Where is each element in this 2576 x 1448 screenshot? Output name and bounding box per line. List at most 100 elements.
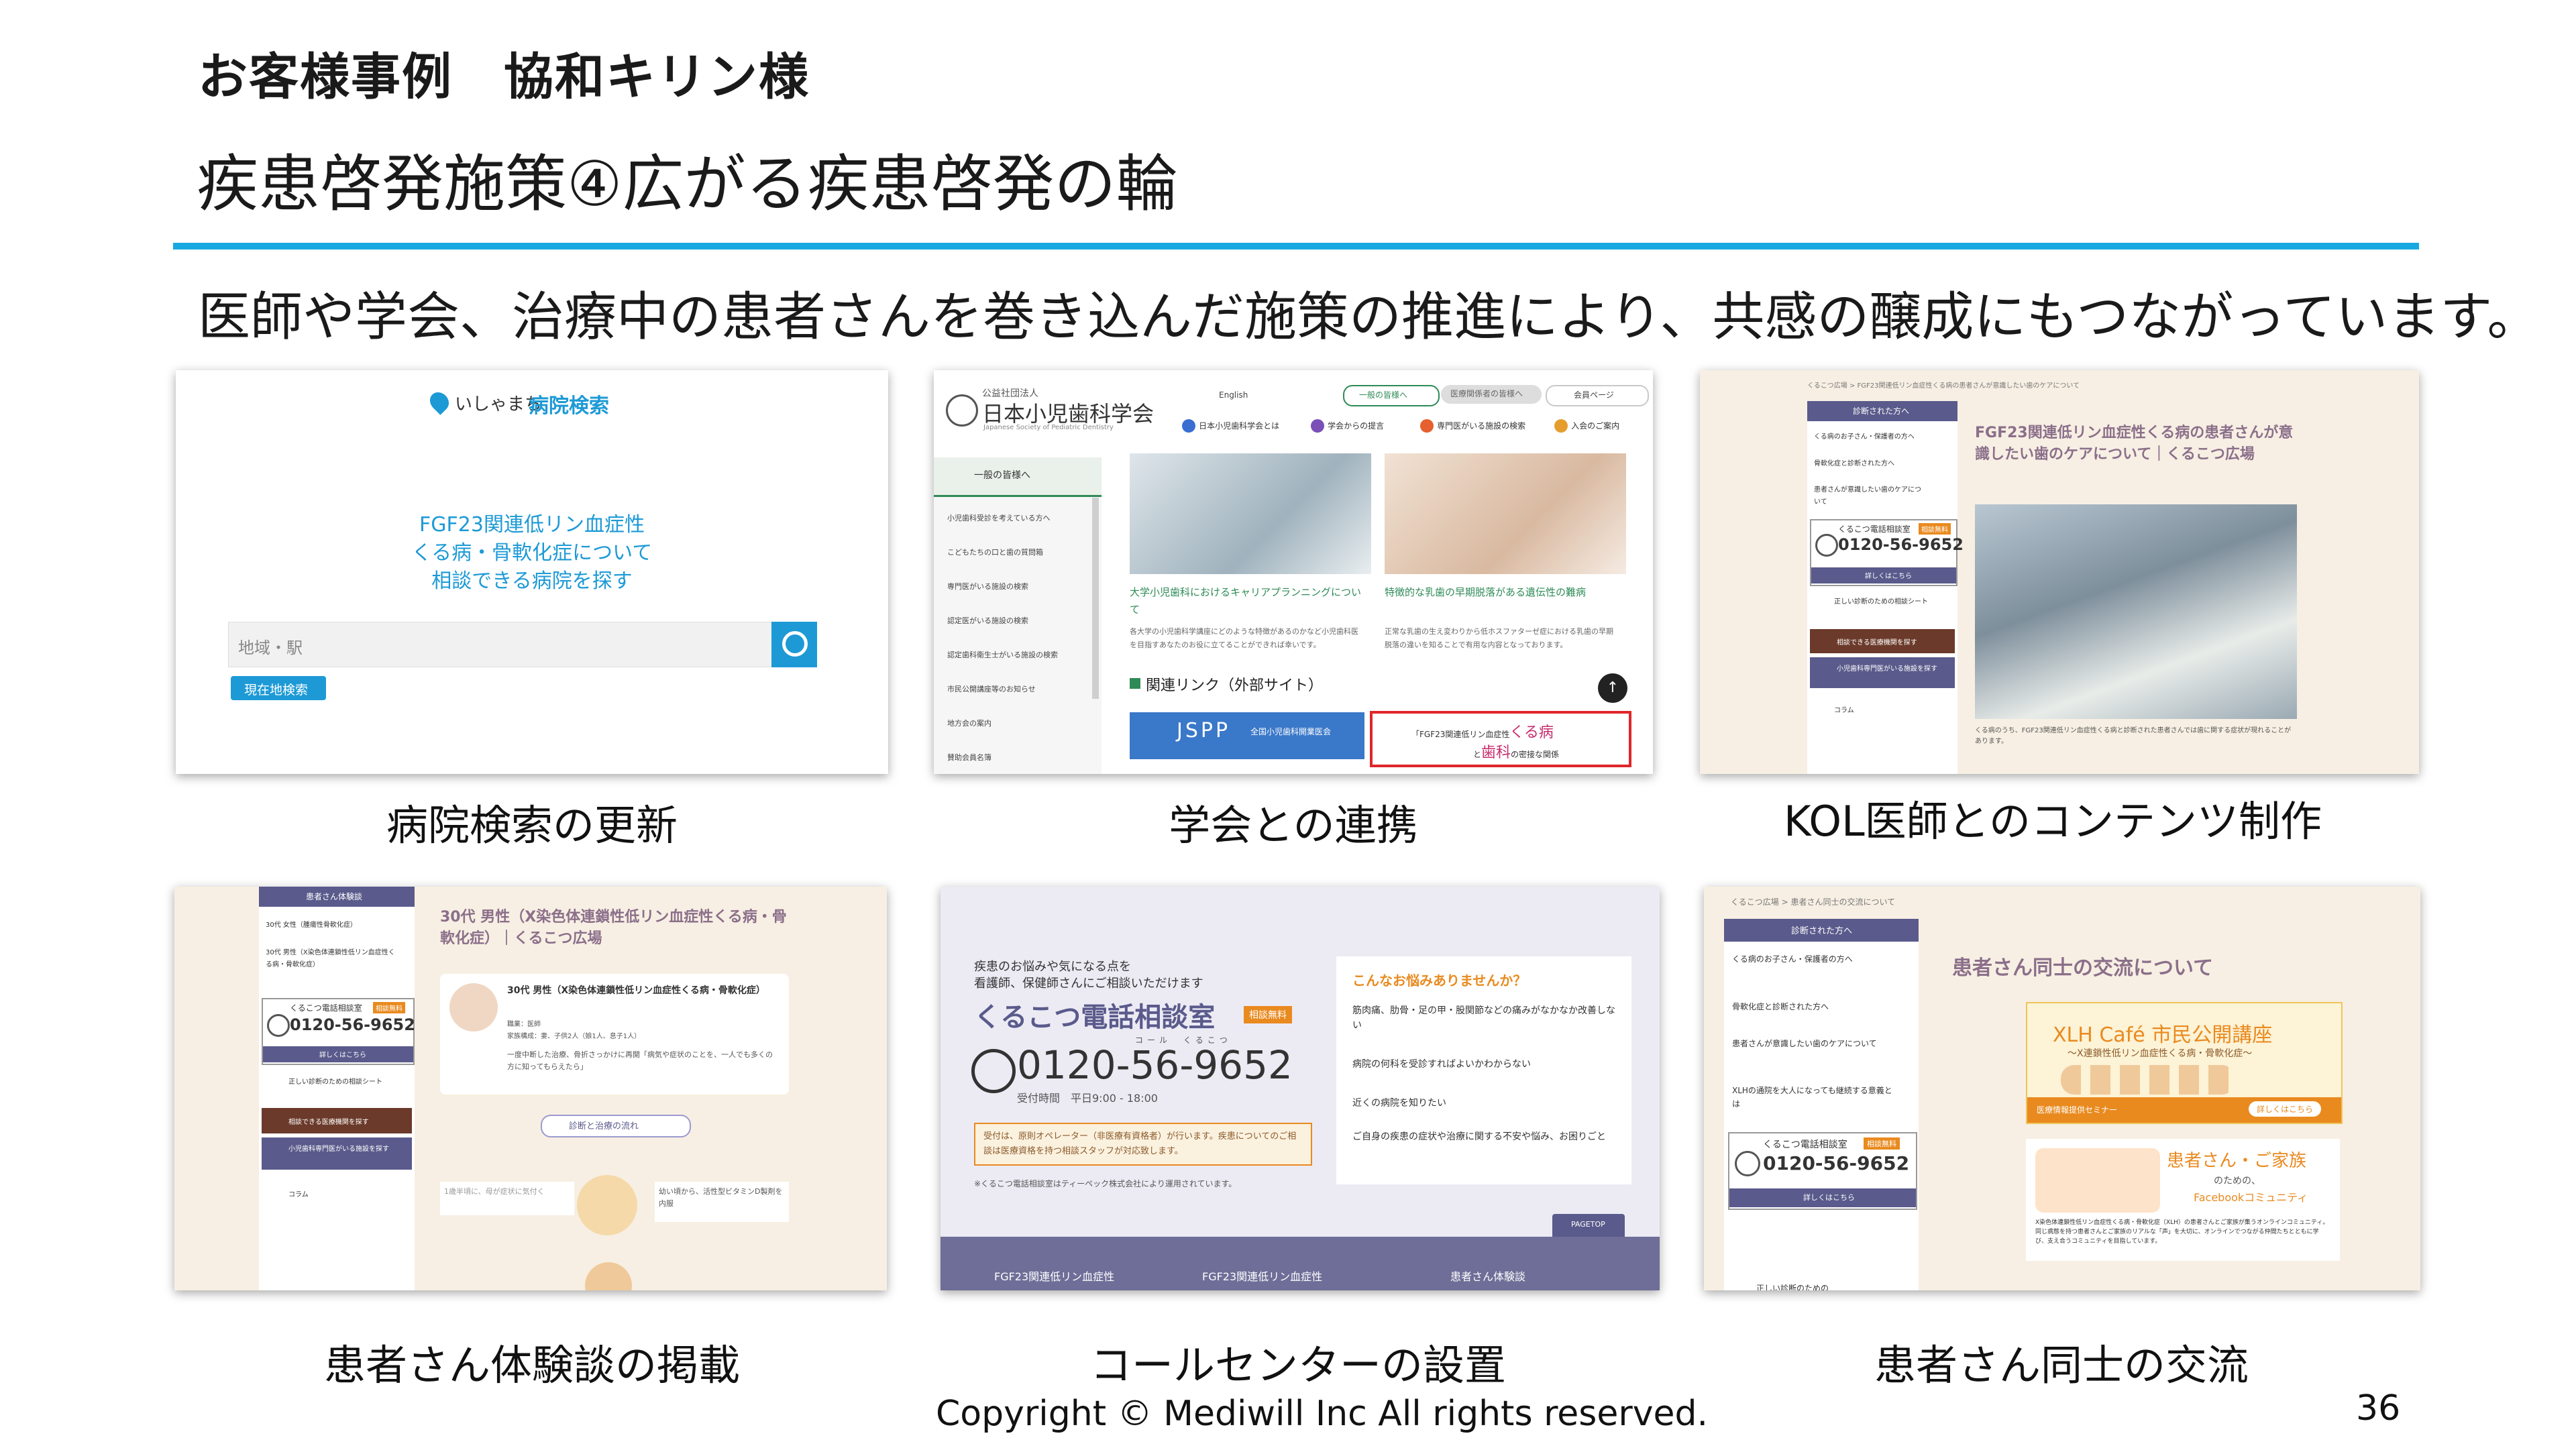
sidebar-column[interactable]: コラム (288, 1188, 309, 1199)
article-body: くる病のうち、FGF23関連低リン血症性くる病と診断された患者さんでは歯に関する… (1975, 727, 2292, 745)
call-title: くるこつ電話相談室 (974, 1002, 1216, 1033)
profile-job: 職業：医師 (507, 1021, 541, 1028)
side-item-8[interactable]: 賛助会員名簿 (947, 752, 991, 763)
side-item-6[interactable]: 市民公開講座等のお知らせ (947, 683, 1036, 694)
search-heading-3: 相談できる病院を探す (431, 569, 633, 593)
community-title-1: 患者さん・ご家族 (2167, 1151, 2307, 1171)
xlh-title: XLH Café 市民公開講座 (2053, 1023, 2273, 1047)
footer-link-1[interactable]: FGF23関連低リン血症性 (994, 1268, 1114, 1284)
find-hospital-button[interactable]: 相談できる医療機関を探す (262, 1108, 412, 1133)
sidebar: 診断された方へ くる病のお子さん・保護者の方へ 骨軟化症と診断された方へ 患者さ… (1807, 401, 1964, 774)
avatar (449, 983, 498, 1032)
find-hospital-button[interactable]: 相談できる医療機関を探す (1810, 629, 1955, 653)
member-tab[interactable]: 会員ページ (1546, 385, 1649, 406)
scroll-top-button[interactable]: ↑ (1598, 673, 1627, 703)
worries-title: こんなお悩みありませんか？ (1352, 972, 1527, 989)
caption-call-center: コールセンターの設置 (1089, 1341, 1506, 1390)
sidebar-diagnosis-sheet[interactable]: 正しい診断のための相談シート (1834, 596, 1928, 606)
profile-card: 30代 男性（X染色体連鎖性低リン血症性くる病・骨軟化症） 職業：医師 家族構成… (440, 974, 789, 1095)
english-link[interactable]: English (1219, 390, 1248, 400)
search-heading-2: くる病・骨軟化症について (411, 541, 653, 565)
sidebar-diagnosis-sheet[interactable]: 正しい診断のための相談シート (288, 1076, 382, 1086)
breadcrumb[interactable]: くるこつ広場 > FGF23関連低リン血症性くる病の患者さんが意識したい歯のケア… (1807, 380, 2080, 390)
case-label: お客様事例 協和キリン様 (198, 48, 810, 106)
article-2-image[interactable] (1385, 453, 1626, 574)
sidebar-diagnosis-sheet[interactable]: 正しい診断のための (1756, 1282, 1829, 1290)
side-item-1[interactable]: 小児歯科受診を考えている方へ (947, 512, 1050, 523)
sidebar-item-3[interactable]: 患者さんが意識したい歯のケアについて (1814, 484, 1921, 508)
side-scrollbar[interactable] (1092, 498, 1099, 699)
sidebar-item-3[interactable]: 患者さんが意識したい歯のケアについて (1732, 1037, 1893, 1050)
pagetop-button[interactable]: PAGETOP (1552, 1214, 1625, 1237)
xlh-cafe-banner[interactable]: XLH Café 市民公開講座 〜X連鎖性低リン血症性くる病・骨軟化症〜 医療情… (2026, 1002, 2343, 1124)
sidebar-item-2[interactable]: 骨軟化症と診断された方へ (1732, 1001, 1829, 1012)
boy-illustration (585, 1262, 632, 1290)
nav-about[interactable]: 日本小児歯科学会とは (1182, 419, 1279, 433)
nav-proposal[interactable]: 学会からの提言 (1311, 419, 1384, 433)
worry-2: 病院の何科を受診すればよいかわからない (1352, 1059, 1531, 1070)
side-item-7[interactable]: 地方会の案内 (947, 718, 991, 728)
search-icon (782, 631, 808, 657)
article-2-title[interactable]: 特徴的な乳歯の早期脱落がある遺伝性の難病 (1385, 583, 1619, 601)
free-badge: 相談無料 (1244, 1006, 1292, 1023)
screenshot-call-center: 疾患のお悩みや気になる点を 看護師、保健師さんにご相談いただけます くるこつ電話… (941, 887, 1660, 1290)
fgf23-dental-banner[interactable]: 「FGF23関連低リン血症性くる病 と歯科の密接な関係 (1370, 711, 1631, 767)
screenshot-patient-story: 患者さん体験談 30代 女性（腫瘍性骨軟化症） 30代 男性（X染色体連鎖性低リ… (174, 887, 887, 1290)
footer-link-3[interactable]: 患者さん体験談 (1450, 1268, 1525, 1284)
jspp-banner[interactable]: JSPP 全国小児歯科開業医会 (1130, 712, 1364, 759)
screenshot-patient-community: くるこつ広場 > 患者さん同士の交流について 診断された方へ くる病のお子さん・… (1704, 887, 2420, 1290)
call-center-box[interactable]: くるこつ電話相談室 相談無料 0120-56-9652 詳しくはこちら (262, 998, 415, 1065)
side-item-2[interactable]: こどもたちの口と歯の質問箱 (947, 547, 1043, 557)
jspp-logo: JSPP (1177, 719, 1231, 742)
links-heading: 関連リンク（外部サイト） (1146, 677, 1324, 694)
sidebar-column[interactable]: コラム (1834, 704, 1854, 714)
sidebar-head: 診断された方へ (1853, 406, 1910, 416)
search-input[interactable]: 地域・駅 (228, 622, 773, 667)
org-name-en: Japanese Society of Pediatric Dentistry (983, 424, 1114, 431)
search-button[interactable] (771, 622, 817, 667)
community-body: X染色体連鎖性低リン血症性くる病・骨軟化症（XLH）の患者さんとご家族が集うオン… (2035, 1219, 2329, 1245)
xlh-detail-button[interactable]: 詳しくはこちら (2249, 1101, 2322, 1117)
xlh-sub: 〜X連鎖性低リン血症性くる病・骨軟化症〜 (2068, 1048, 2253, 1059)
public-tab[interactable]: 一般の皆様へ (1343, 385, 1440, 406)
caption-patient-story: 患者さん体験談の掲載 (323, 1341, 740, 1390)
side-item-3[interactable]: 専門医がいる施設の検索 (947, 581, 1028, 592)
nav-specialist-search[interactable]: 専門医がいる施設の検索 (1420, 419, 1525, 433)
people-illustration (2061, 1065, 2235, 1095)
current-location-label: 現在地検索 (244, 683, 309, 698)
breadcrumb[interactable]: くるこつ広場 > 患者さん同士の交流について (1731, 896, 1895, 907)
facebook-community-banner[interactable]: 患者さん・ご家族 のための、 Facebookコミュニティ X染色体連鎖性低リン… (2026, 1139, 2340, 1261)
side-item-5[interactable]: 認定歯科衛生士がいる施設の検索 (947, 649, 1058, 660)
phone-number: 0120-56-9652 (290, 1015, 415, 1034)
call-center-box[interactable]: くるこつ電話相談室 相談無料 0120-56-9652 詳しくはこちら (1810, 519, 1964, 586)
sidebar: 患者さん体験談 30代 女性（腫瘍性骨軟化症） 30代 男性（X染色体連鎖性低リ… (259, 887, 415, 1290)
profile-quote: 一度中断した治療、骨折さっかけに再開「病気や症状のことを、一人でも多くの方に知っ… (507, 1050, 773, 1071)
find-dentist-button[interactable]: 小児歯科専門医がいる施設を探す (1810, 657, 1955, 688)
title-divider (173, 243, 2419, 249)
caption-patient-community: 患者さん同士の交流 (1874, 1341, 2249, 1390)
sidebar-item-1[interactable]: くる病のお子さん・保護者の方へ (1814, 431, 1915, 441)
article-1-title[interactable]: 大学小児歯科におけるキャリアプランニングについて (1130, 583, 1364, 618)
caption-hospital-search: 病院検索の更新 (386, 801, 678, 850)
sidebar-item-1[interactable]: くる病のお子さん・保護者の方へ (1732, 952, 1893, 966)
side-item-4[interactable]: 認定医がいる施設の検索 (947, 615, 1028, 626)
logo-drop-icon (426, 388, 453, 415)
sidebar-item-4[interactable]: XLHの通院を大人になっても継続する意義とは (1732, 1084, 1893, 1111)
current-location-button[interactable]: 現在地検索 (231, 676, 326, 700)
sidebar-item-1[interactable]: 30代 女性（腫瘍性骨軟化症） (266, 919, 357, 929)
sidebar-item-2[interactable]: 骨軟化症と診断された方へ (1814, 457, 1894, 467)
society-emblem-icon (946, 394, 978, 427)
article-1-image[interactable] (1130, 453, 1371, 574)
find-dentist-button[interactable]: 小児歯科専門医がいる施設を探す (262, 1137, 412, 1170)
professional-tab[interactable]: 医療関係者の皆様へ (1441, 385, 1542, 404)
footer-link-2[interactable]: FGF23関連低リン血症性 (1202, 1268, 1322, 1284)
phone-number[interactable]: 0120-56-9652 (1017, 1042, 1293, 1088)
article-title: 患者さん同士の交流について (1952, 956, 2214, 980)
call-center-box[interactable]: くるこつ電話相談室 相談無料 0120-56-9652 詳しくはこちら (1728, 1132, 1917, 1210)
slide-title: 疾患啓発施策④広がる疾患啓発の輪 (197, 148, 1178, 220)
worry-4: ご自身の疾患の症状や治療に関する不安や悩み、お困りごと (1352, 1131, 1606, 1142)
sidebar-item-2[interactable]: 30代 男性（X染色体連鎖性低リン血症性くる病・骨軟化症） (266, 947, 400, 971)
doctor-photo (1975, 504, 2297, 719)
flow-label: 診断と治療の流れ (541, 1115, 691, 1137)
nav-join[interactable]: 入会のご案内 (1554, 419, 1619, 433)
